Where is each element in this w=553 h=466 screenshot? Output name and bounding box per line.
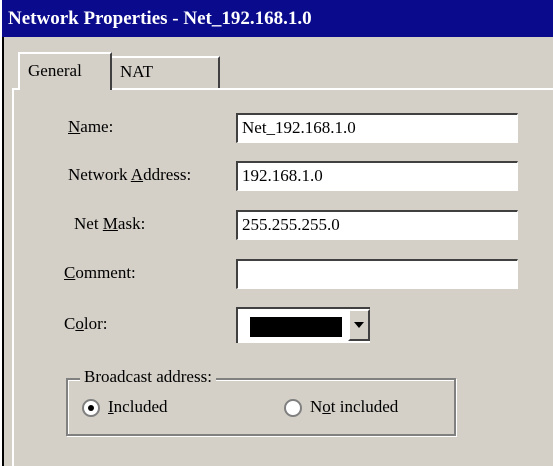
broadcast-address-legend: Broadcast address: xyxy=(80,367,216,387)
comment-label: Comment: xyxy=(64,263,136,282)
not-included-label: Not included xyxy=(310,397,399,416)
title-bar: Network Properties - Net_192.168.1.0 xyxy=(2,0,553,37)
network-address-field[interactable]: 192.168.1.0 xyxy=(236,161,518,191)
comment-field[interactable] xyxy=(236,259,518,289)
net-mask-label: Net Mask: xyxy=(74,214,146,233)
tab-general[interactable]: General xyxy=(18,52,112,90)
tab-nat[interactable]: NAT xyxy=(112,56,220,88)
name-label: Name: xyxy=(68,117,114,136)
color-swatch xyxy=(250,317,342,337)
tab-nat-label: NAT xyxy=(120,62,154,81)
tab-general-label: General xyxy=(28,61,82,80)
chevron-down-icon[interactable] xyxy=(348,309,370,341)
window-title: Network Properties - Net_192.168.1.0 xyxy=(8,8,312,29)
network-address-label: Network Address: xyxy=(68,165,192,184)
included-label: Included xyxy=(108,397,168,416)
not-included-radio[interactable] xyxy=(284,399,302,417)
color-dropdown[interactable] xyxy=(236,307,370,343)
included-radio[interactable] xyxy=(82,399,100,417)
net-mask-field[interactable]: 255.255.255.0 xyxy=(236,210,518,240)
color-label: Color: xyxy=(64,314,108,333)
name-field[interactable]: Net_192.168.1.0 xyxy=(236,113,518,143)
